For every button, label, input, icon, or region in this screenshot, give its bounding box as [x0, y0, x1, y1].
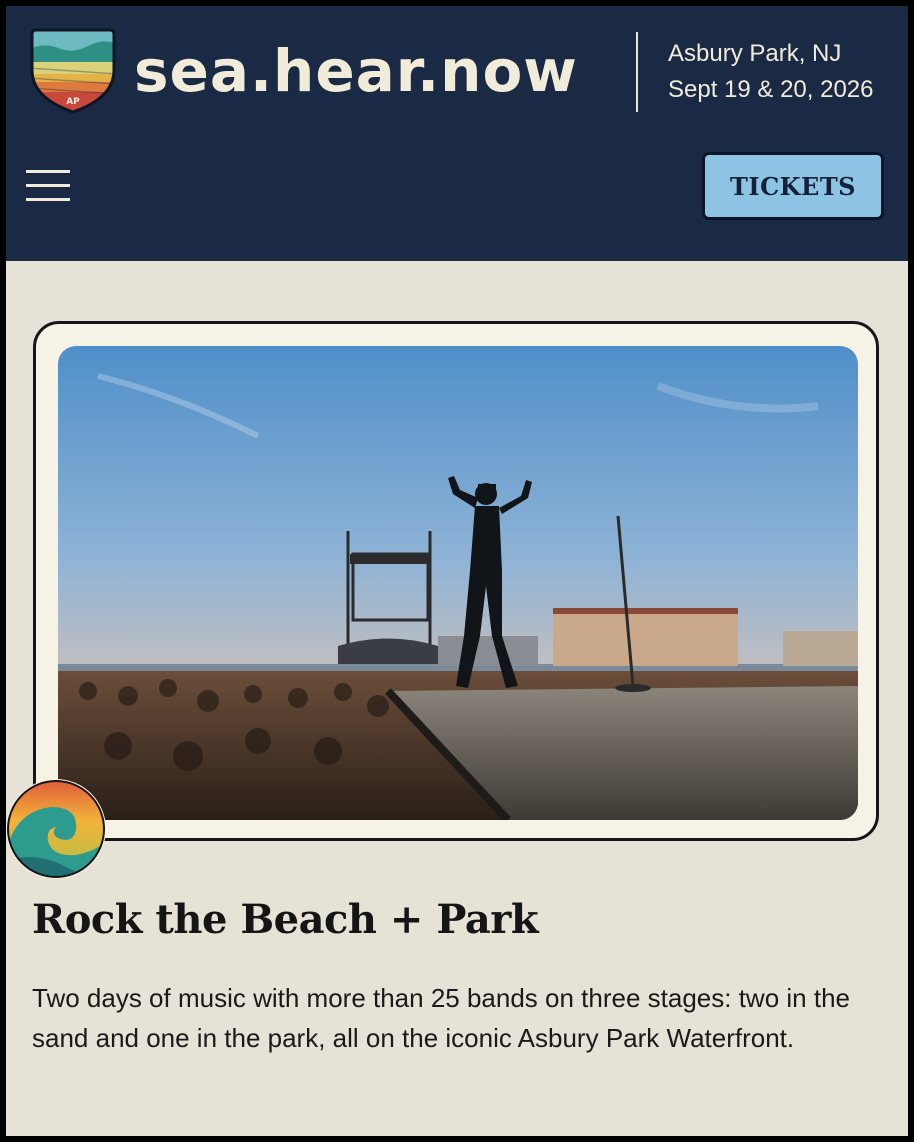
site-brand[interactable]: sea.hear.now [134, 28, 578, 114]
section-title: Rock the Beach + Park [32, 896, 539, 943]
site-header: AP sea.hear.now Asbury Park, NJ Sept 19 … [6, 6, 908, 261]
tickets-button[interactable]: TICKETS [702, 152, 884, 220]
festival-logo-icon[interactable]: AP [28, 28, 118, 114]
event-dates: Sept 19 & 20, 2026 [668, 76, 874, 103]
section-description: Two days of music with more than 25 band… [32, 983, 850, 1053]
performer-on-beach-stage-photo [58, 346, 858, 820]
hamburger-menu-icon[interactable] [24, 166, 72, 204]
hero-card [33, 321, 879, 841]
logo-badge-text: AP [66, 97, 80, 107]
event-location: Asbury Park, NJ [668, 40, 842, 67]
header-divider [636, 32, 638, 112]
wave-icon [6, 779, 106, 879]
event-info: Asbury Park, NJ Sept 19 & 20, 2026 [668, 36, 874, 108]
page: AP sea.hear.now Asbury Park, NJ Sept 19 … [6, 6, 908, 1136]
